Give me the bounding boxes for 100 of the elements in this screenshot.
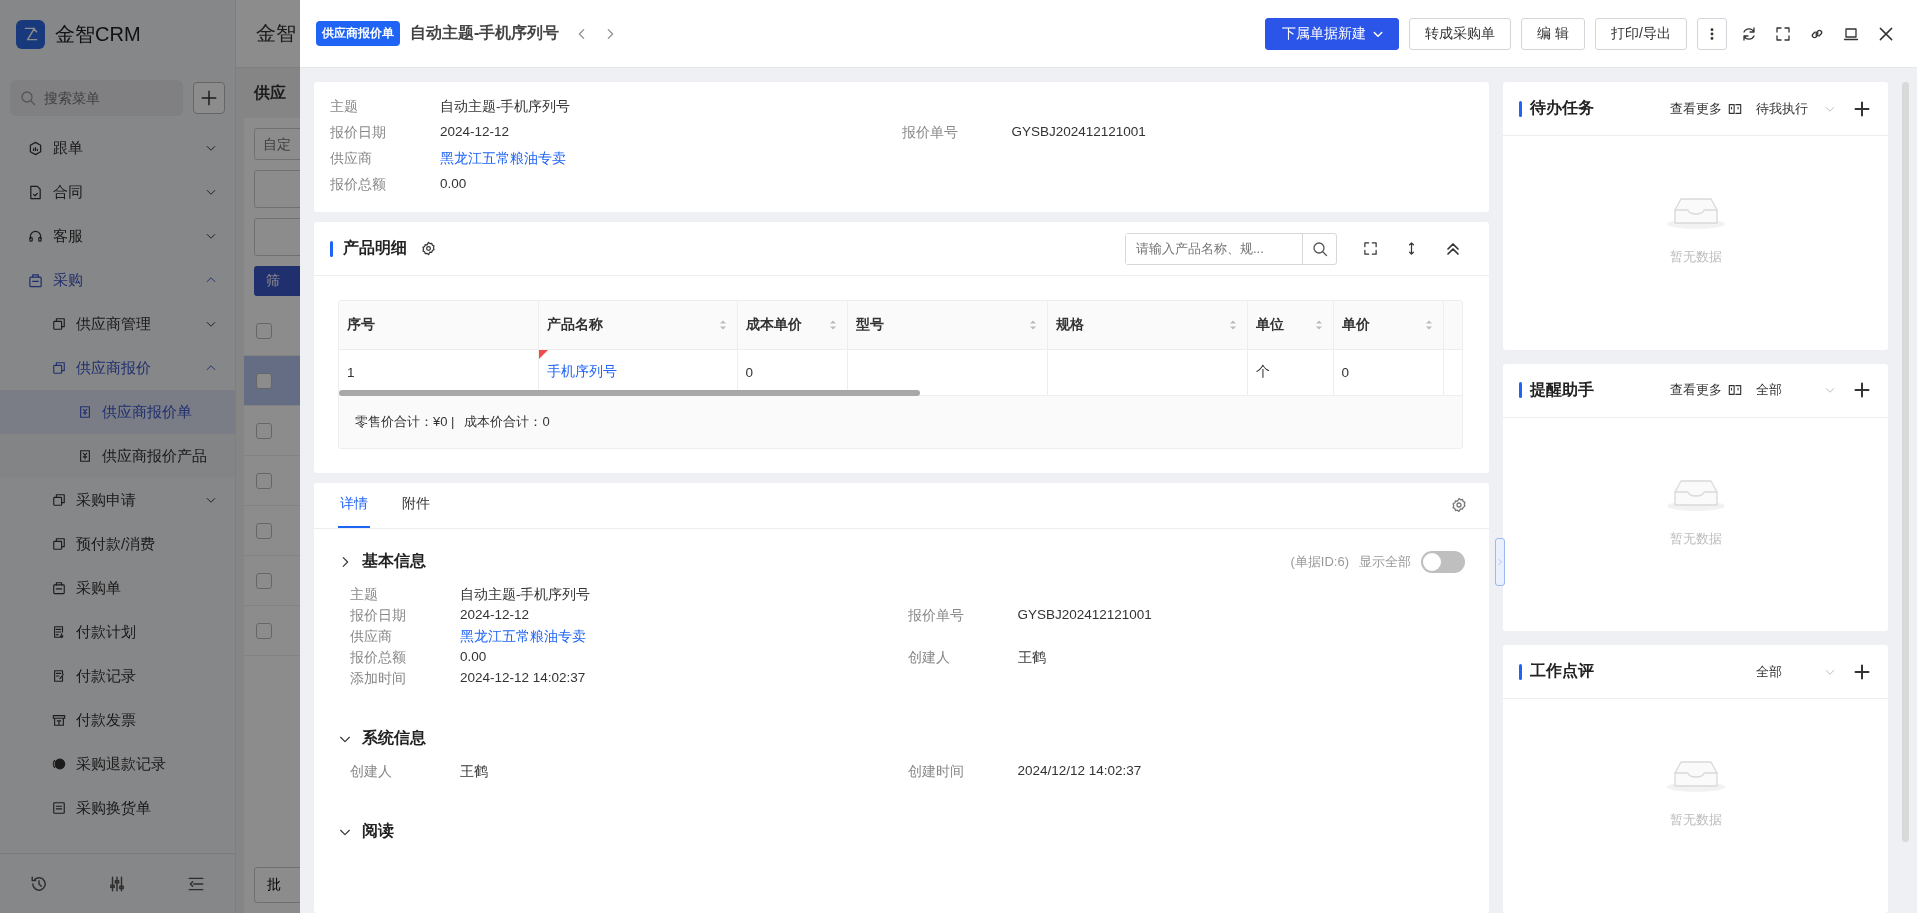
field-value: 2024-12-12: [460, 607, 530, 624]
list-icon: [52, 669, 66, 683]
laptop-icon: [1843, 25, 1859, 42]
column-header[interactable]: 成本单价: [737, 301, 847, 349]
plus-icon: [200, 89, 218, 107]
action-button[interactable]: 打印/导出: [1595, 17, 1687, 50]
search-field[interactable]: 搜索菜单: [42, 89, 142, 107]
section-title: 产品明细: [343, 238, 407, 258]
section-title[interactable]: 系统信息: [362, 728, 426, 749]
tab[interactable]: 附件: [400, 482, 432, 528]
checkbox[interactable]: [256, 572, 272, 589]
field-label: 创建时间: [907, 763, 965, 781]
checkbox[interactable]: [256, 372, 272, 389]
create-button[interactable]: 下属单据新建: [1265, 17, 1400, 50]
column-header[interactable]: 单价: [1333, 301, 1443, 349]
field-label: 报价总额: [350, 649, 407, 667]
field-value: 自动主题-手机序列号: [440, 98, 571, 116]
panel-title: 待办任务: [1530, 98, 1594, 118]
empty-text: 暂无数据: [1669, 529, 1722, 548]
view-more-link[interactable]: 查看更多: [1670, 99, 1742, 118]
table-cell: 1: [347, 364, 355, 380]
field-value: 0.00: [460, 649, 487, 666]
toggle-label: 显示全部: [1359, 552, 1411, 571]
copy-icon: [52, 317, 66, 331]
search-field[interactable]: 请输入产品名称、规...: [1125, 232, 1337, 265]
sidebar-item[interactable]: 供应商管理: [0, 302, 235, 346]
app-name: 金智CRM: [55, 21, 141, 47]
column-header[interactable]: 规格: [1047, 301, 1247, 349]
sidebar-item[interactable]: 预付款/消费: [0, 522, 235, 566]
sidebar-item[interactable]: 采购: [0, 258, 235, 302]
field-value: 2024-12-12 14:02:37: [460, 670, 586, 687]
sidebar-item[interactable]: 采购单: [0, 566, 235, 610]
column-header[interactable]: 产品名称: [538, 301, 737, 349]
field-label: 报价单号: [901, 124, 959, 142]
filter-field[interactable]: 自定: [254, 128, 300, 160]
checkbox[interactable]: [256, 522, 272, 539]
panel-title: 工作点评: [1530, 661, 1594, 682]
search-icon: [1311, 240, 1328, 257]
record-title: 自动主题-手机序列号: [410, 23, 560, 43]
fullscreen-icon: [1775, 25, 1791, 42]
checkbox[interactable]: [256, 322, 272, 339]
settings-icon: [1451, 497, 1467, 513]
product-link[interactable]: 手机序列号: [546, 364, 617, 379]
view-more-link[interactable]: 查看更多: [1670, 381, 1742, 400]
refresh-icon: [1741, 25, 1757, 42]
copy-icon: [52, 493, 66, 507]
scrollbar[interactable]: [339, 389, 920, 396]
sidebar-item[interactable]: 付款计划: [0, 610, 235, 654]
checkbox[interactable]: [256, 472, 272, 489]
scrollbar[interactable]: [1902, 82, 1909, 842]
headset-icon: [28, 228, 43, 244]
action-button[interactable]: 编 辑: [1521, 17, 1586, 50]
section-title[interactable]: 基本信息: [362, 551, 426, 572]
fullscreen-icon: [1363, 241, 1378, 256]
filter-dropdown[interactable]: 全部: [1756, 662, 1836, 681]
field-value: 自动主题-手机序列号: [460, 586, 591, 604]
sidebar-item[interactable]: 付款记录: [0, 654, 235, 698]
action-button[interactable]: 转成采购单: [1409, 17, 1512, 50]
more-button[interactable]: [1697, 17, 1727, 50]
total-text: 零售价合计：¥0 |: [355, 412, 455, 431]
filter-dropdown[interactable]: 全部: [1756, 381, 1836, 400]
section-title[interactable]: 阅读: [362, 821, 394, 842]
column-header[interactable]: 单位: [1247, 301, 1333, 349]
sliders-icon: [108, 874, 127, 893]
sidebar-item[interactable]: 跟单: [0, 126, 235, 170]
copy-icon: [52, 537, 66, 551]
field-link[interactable]: 黑龙江五常粮油专卖: [440, 150, 566, 168]
field-value: 0.00: [440, 176, 467, 193]
field-value: 2024/12/12 14:02:37: [1017, 763, 1142, 780]
sidebar-item[interactable]: 客服: [0, 214, 235, 258]
batch-button[interactable]: 批: [254, 867, 300, 903]
checkbox[interactable]: [256, 422, 272, 439]
search-icon: [20, 90, 36, 106]
search-field[interactable]: 搜索菜单: [10, 80, 183, 116]
checkbox[interactable]: [256, 622, 272, 639]
field-link[interactable]: 黑龙江五常粮油专卖: [460, 628, 586, 646]
column-header[interactable]: 型号: [847, 301, 1047, 349]
tab[interactable]: 详情: [338, 482, 370, 528]
settings-icon: [421, 241, 436, 256]
sidebar-item[interactable]: 供应商报价: [0, 346, 235, 390]
filter-button[interactable]: 筛: [254, 266, 300, 296]
sidebar-item[interactable]: 采购申请: [0, 478, 235, 522]
sidebar-item[interactable]: 合同: [0, 170, 235, 214]
field-label: 报价总额: [330, 176, 387, 194]
field-label: 创建人: [907, 649, 951, 667]
sidebar-item[interactable]: 供应商报价单: [0, 390, 235, 434]
expand-handle[interactable]: [1495, 538, 1505, 586]
field-label: 供应商: [330, 150, 373, 168]
book-icon: [1728, 101, 1742, 116]
sidebar-item[interactable]: 付款发票: [0, 698, 235, 742]
column-header[interactable]: 序号: [339, 301, 538, 349]
bag-icon: [52, 581, 66, 595]
empty-text: 暂无数据: [1669, 247, 1722, 266]
sidebar-item[interactable]: 采购换货单: [0, 786, 235, 830]
field-value: 王鹤: [460, 763, 488, 781]
toggle-switch[interactable]: [1421, 550, 1465, 573]
sidebar-item[interactable]: 采购退款记录: [0, 742, 235, 786]
field-label: 供应商: [350, 628, 393, 646]
filter-dropdown[interactable]: 待我执行: [1756, 99, 1836, 118]
receipt-icon: [78, 449, 92, 463]
